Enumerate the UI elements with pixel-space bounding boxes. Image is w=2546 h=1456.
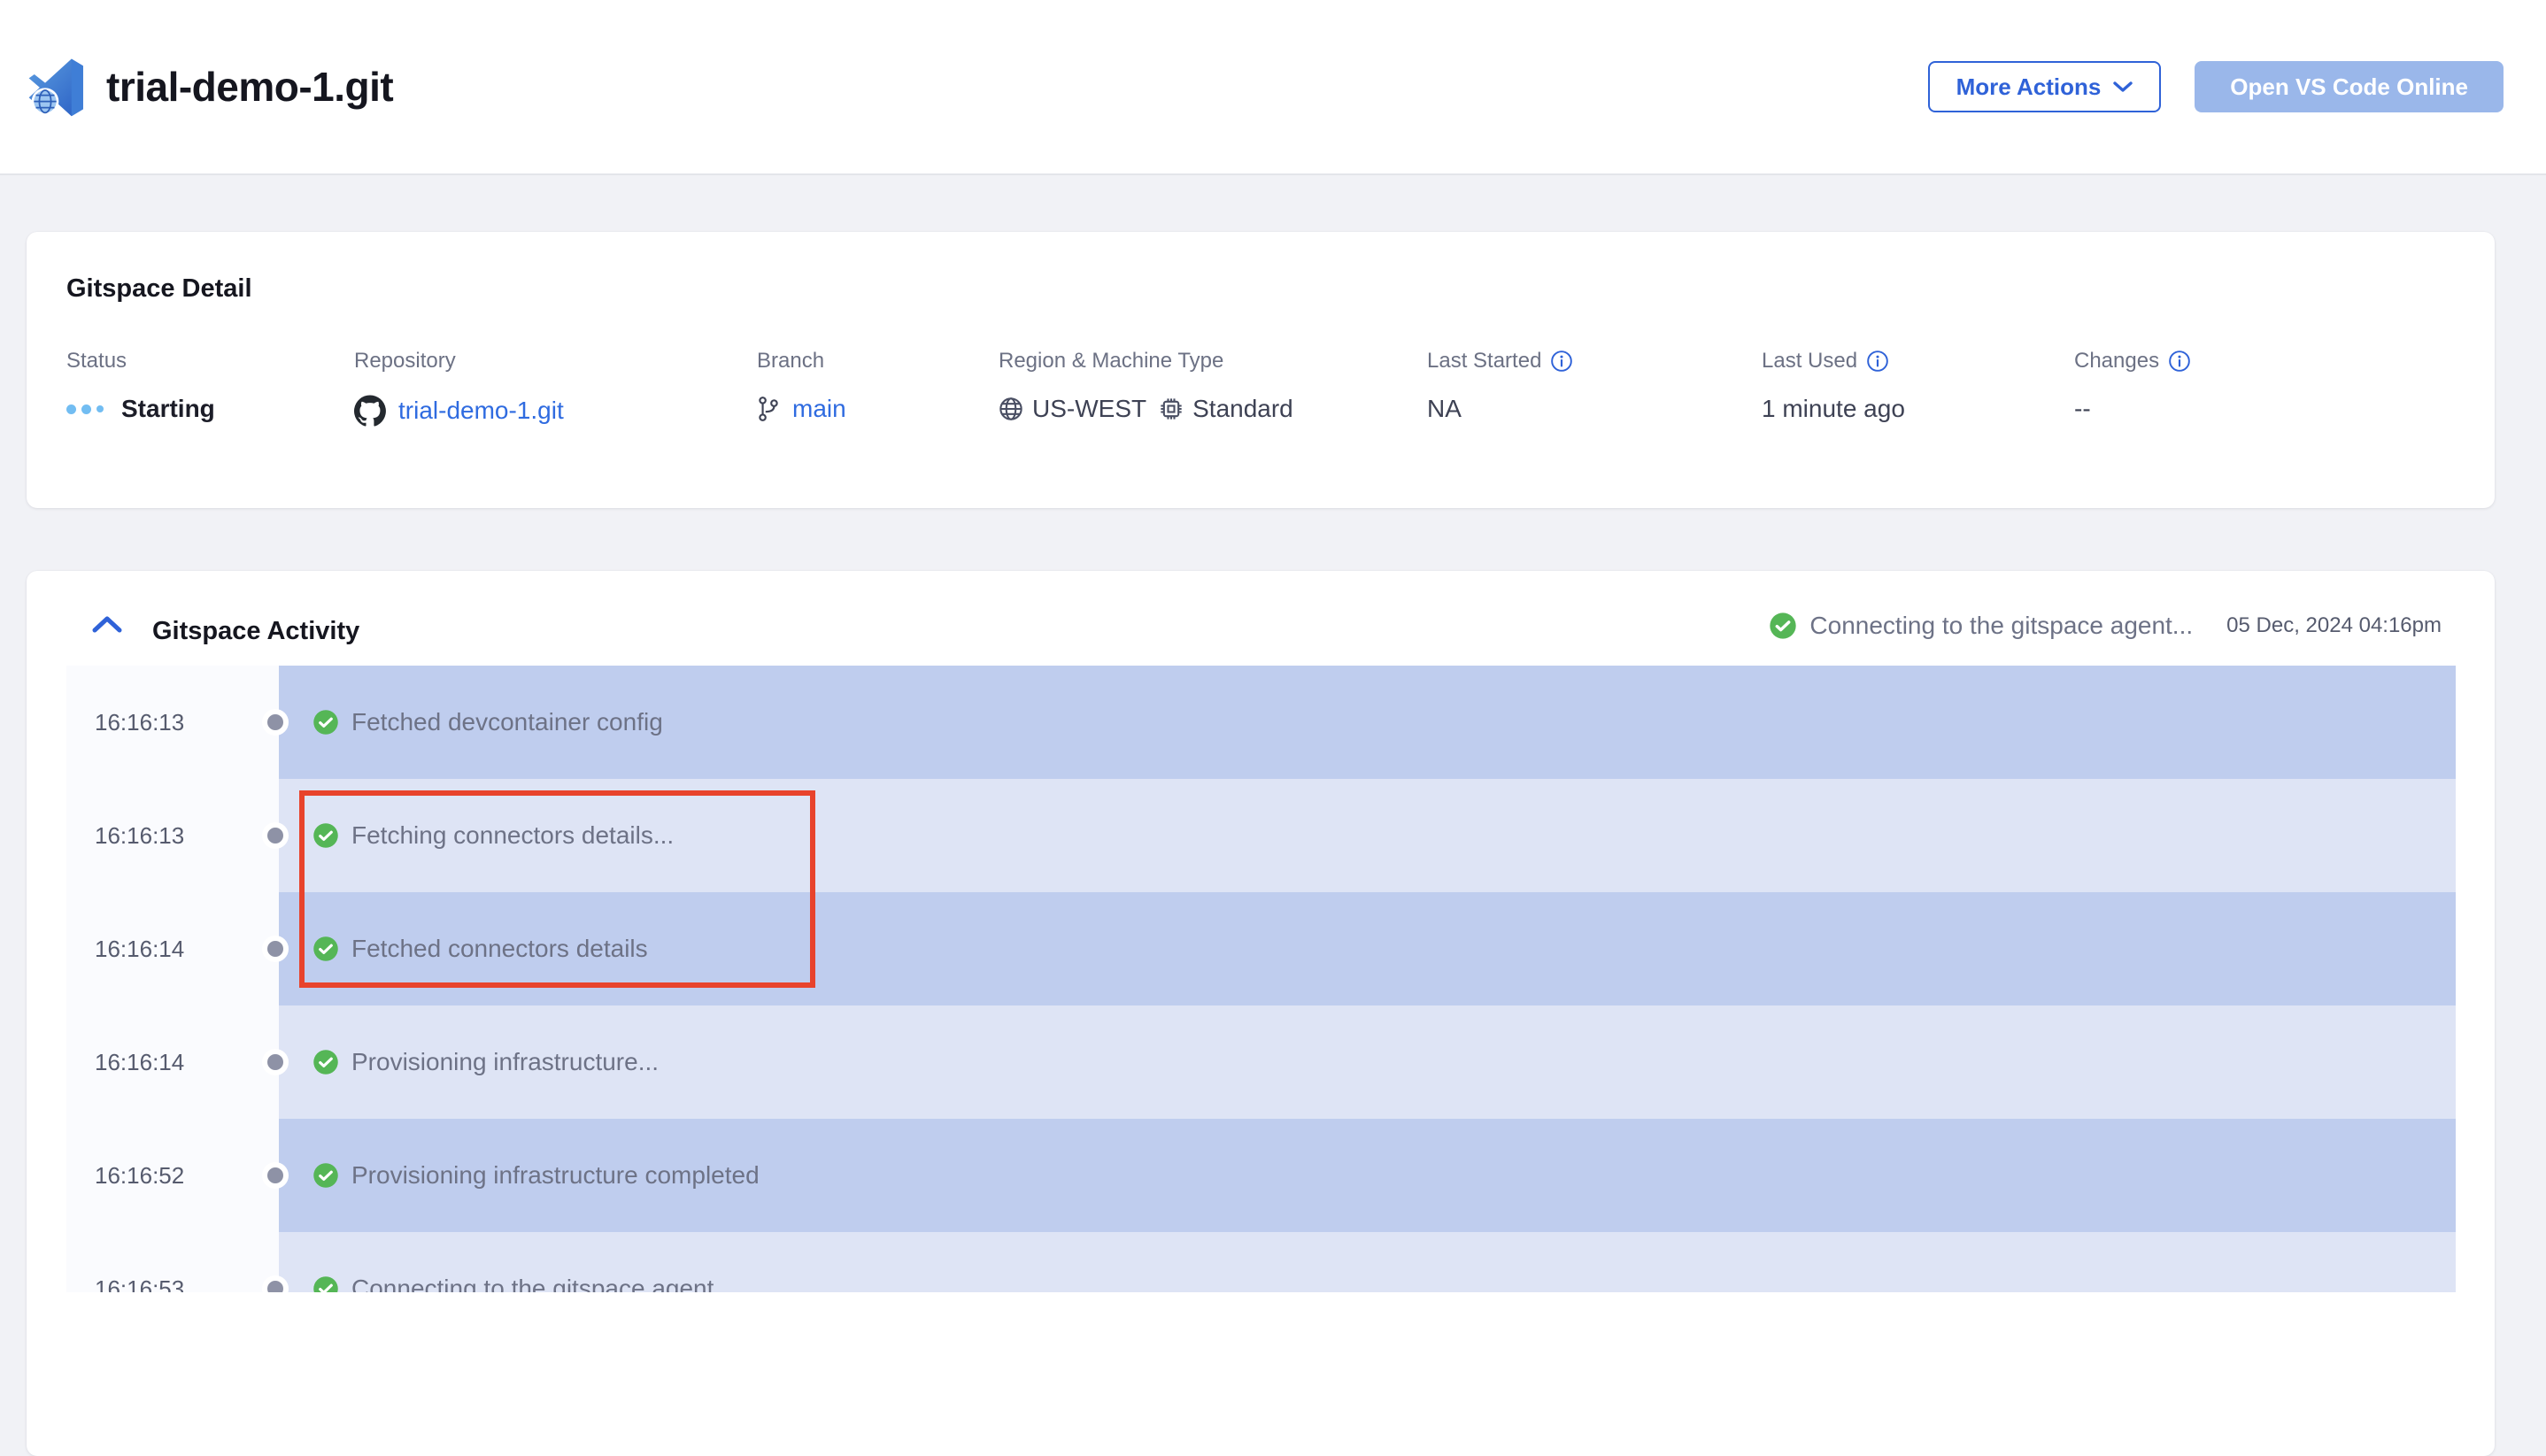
chevron-down-icon xyxy=(2113,81,2133,93)
chip-icon xyxy=(1159,397,1184,421)
log-row: 16:16:14 Fetched connectors details xyxy=(66,892,2456,1005)
log-message: Fetching connectors details... xyxy=(351,821,674,850)
timeline-dot-icon xyxy=(262,1275,289,1292)
check-circle-icon xyxy=(312,1275,339,1292)
log-time: 16:16:53 xyxy=(66,1232,279,1292)
log-message: Connecting to the gitspace agent xyxy=(351,1275,714,1292)
info-icon[interactable] xyxy=(1550,350,1573,373)
check-circle-icon xyxy=(312,822,339,849)
vscode-globe-logo-icon xyxy=(27,56,89,118)
log-message: Provisioning infrastructure... xyxy=(351,1048,659,1076)
log-time: 16:16:14 xyxy=(66,892,279,1005)
timeline-dot-icon xyxy=(262,709,289,736)
info-icon[interactable] xyxy=(1866,350,1889,373)
open-vscode-online-button[interactable]: Open VS Code Online xyxy=(2195,61,2504,112)
log-time: 16:16:13 xyxy=(66,779,279,892)
machine-type-value: Standard xyxy=(1192,395,1293,423)
region-value: US-WEST xyxy=(1032,395,1146,423)
log-time: 16:16:52 xyxy=(66,1119,279,1232)
repository-label: Repository xyxy=(354,349,564,374)
log-time: 16:16:14 xyxy=(66,1005,279,1119)
gitspace-activity-card: Gitspace Activity Connecting to the gits… xyxy=(27,571,2495,1456)
loading-dots-icon xyxy=(66,404,104,414)
last-started-value: NA xyxy=(1427,395,1462,423)
top-header: trial-demo-1.git More Actions Open VS Co… xyxy=(0,0,2546,175)
log-message: Fetched devcontainer config xyxy=(351,708,663,736)
field-status: Status Starting xyxy=(66,349,215,423)
check-circle-icon xyxy=(312,1162,339,1189)
page-title: trial-demo-1.git xyxy=(106,63,393,111)
field-changes: Changes -- xyxy=(2074,349,2191,423)
log-row: 16:16:14 Provisioning infrastructure... xyxy=(66,1005,2456,1119)
check-circle-icon xyxy=(312,709,339,736)
git-branch-icon xyxy=(757,396,780,422)
log-row: 16:16:13 Fetched devcontainer config xyxy=(66,666,2456,779)
log-message: Provisioning infrastructure completed xyxy=(351,1161,760,1190)
field-repository: Repository trial-demo-1.git xyxy=(354,349,564,427)
timeline-dot-icon xyxy=(262,1049,289,1075)
branch-label: Branch xyxy=(757,349,846,374)
status-value: Starting xyxy=(121,395,215,423)
branch-link[interactable]: main xyxy=(792,395,846,423)
status-label: Status xyxy=(66,349,215,374)
activity-status-message: Connecting to the gitspace agent... xyxy=(1809,612,2193,640)
field-region-machine: Region & Machine Type US-WEST Stan xyxy=(999,349,1293,423)
gitspace-detail-title: Gitspace Detail xyxy=(66,274,252,304)
gitspace-activity-title: Gitspace Activity xyxy=(152,617,359,646)
log-row: 16:16:53 Connecting to the gitspace agen… xyxy=(66,1232,2456,1292)
gitspace-detail-card: Gitspace Detail Status Starting Reposito… xyxy=(27,232,2495,508)
timeline-dot-icon xyxy=(262,936,289,962)
field-branch: Branch main xyxy=(757,349,846,423)
chevron-up-icon[interactable] xyxy=(90,612,124,638)
check-circle-icon xyxy=(1769,612,1797,640)
github-icon xyxy=(354,395,386,427)
activity-timestamp: 05 Dec, 2024 04:16pm xyxy=(2226,613,2442,638)
last-used-label: Last Used xyxy=(1762,349,1857,374)
log-row: 16:16:13 Fetching connectors details... xyxy=(66,779,2456,892)
more-actions-button[interactable]: More Actions xyxy=(1928,61,2162,112)
last-used-value: 1 minute ago xyxy=(1762,395,1905,423)
more-actions-label: More Actions xyxy=(1956,73,2102,101)
timeline-dot-icon xyxy=(262,1162,289,1189)
globe-icon xyxy=(999,397,1023,421)
log-row: 16:16:52 Provisioning infrastructure com… xyxy=(66,1119,2456,1232)
log-time: 16:16:13 xyxy=(66,666,279,779)
open-vscode-online-label: Open VS Code Online xyxy=(2230,73,2468,101)
info-icon[interactable] xyxy=(2168,350,2191,373)
changes-label: Changes xyxy=(2074,349,2159,374)
check-circle-icon xyxy=(312,1049,339,1075)
field-last-started: Last Started NA xyxy=(1427,349,1573,423)
repository-link[interactable]: trial-demo-1.git xyxy=(398,397,564,425)
check-circle-icon xyxy=(312,936,339,962)
activity-log-area: 16:16:13 Fetched devcontainer config 16:… xyxy=(66,666,2456,1292)
changes-value: -- xyxy=(2074,395,2091,423)
field-last-used: Last Used 1 minute ago xyxy=(1762,349,1905,423)
log-rows: 16:16:13 Fetched devcontainer config 16:… xyxy=(66,666,2456,1292)
log-message: Fetched connectors details xyxy=(351,935,648,963)
region-machine-label: Region & Machine Type xyxy=(999,349,1293,374)
timeline-dot-icon xyxy=(262,822,289,849)
last-started-label: Last Started xyxy=(1427,349,1541,374)
